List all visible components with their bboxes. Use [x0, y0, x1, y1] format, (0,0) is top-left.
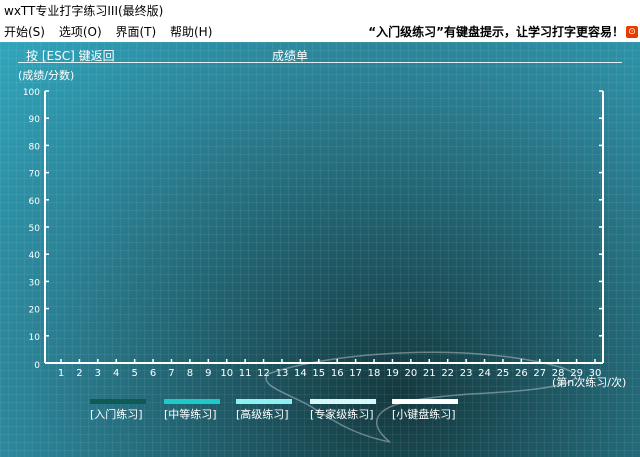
- legend-label: [高级练习]: [236, 408, 289, 421]
- legend-swatch: [392, 399, 458, 404]
- score-screen: 按 [ESC] 键返回 成绩单 0 10 20 30 40 50 60 70 80 90 100 1…: [0, 42, 640, 457]
- x-tick-label: 19: [386, 368, 399, 379]
- y-tick-label: 70: [29, 170, 41, 180]
- x-tick-label: 27: [533, 368, 546, 379]
- y-tick-label: 100: [23, 88, 40, 98]
- window-title: wxTT专业打字练习III(最终版): [0, 0, 640, 22]
- legend-swatch: [90, 399, 146, 404]
- y-tick-label: 90: [29, 115, 41, 125]
- x-tick-label: 11: [239, 368, 252, 379]
- x-tick-label: 13: [276, 368, 289, 379]
- x-tick-label: 6: [150, 368, 156, 379]
- x-tick-label: 24: [478, 368, 491, 379]
- y-tick-label: 10: [29, 333, 41, 343]
- menu-bar: 开始(S) 选项(O) 界面(T) 帮助(H) “入门级练习”有键盘提示，让学习…: [0, 22, 640, 42]
- y-tick-label: 50: [29, 224, 41, 234]
- y-tick-label: 60: [29, 197, 41, 207]
- y-axis-label: (成绩/分数): [18, 69, 74, 82]
- x-tick-label: 23: [460, 368, 473, 379]
- x-tick-label: 2: [76, 368, 82, 379]
- x-tick-label: 7: [168, 368, 174, 379]
- chart-axes: [44, 91, 604, 364]
- y-tick-label: 40: [29, 251, 41, 261]
- x-tick-label: 25: [497, 368, 510, 379]
- x-tick-label: 4: [113, 368, 119, 379]
- y-tick-label: 30: [29, 278, 41, 288]
- x-tick-label: 8: [187, 368, 193, 379]
- menu-interface[interactable]: 界面(T): [111, 22, 162, 42]
- tip-text: “入门级练习”有键盘提示，让学习打字更容易！: [368, 25, 624, 39]
- x-axis-label: (第n次练习/次): [552, 375, 626, 389]
- legend-swatch: [310, 399, 376, 404]
- legend-label: [入门练习]: [90, 408, 143, 421]
- x-tick-label: 15: [312, 368, 325, 379]
- x-tick-label: 1: [58, 368, 64, 379]
- menu-help[interactable]: 帮助(H): [166, 22, 218, 42]
- x-tick-label: 18: [368, 368, 381, 379]
- x-tick-label: 10: [220, 368, 233, 379]
- y-tick-label: 20: [29, 306, 41, 316]
- legend-swatch: [236, 399, 292, 404]
- x-tick-label: 21: [423, 368, 436, 379]
- y-tick-label: 0: [34, 361, 40, 371]
- close-icon[interactable]: ⊙: [626, 26, 638, 38]
- legend-label: [专家级练习]: [310, 408, 374, 421]
- y-tick-label: 80: [29, 142, 41, 152]
- x-tick-label: 12: [257, 368, 270, 379]
- x-tick-label: 9: [205, 368, 211, 379]
- legend-label: [中等练习]: [164, 408, 217, 421]
- x-tick-label: 20: [404, 368, 417, 379]
- x-tick-label: 22: [441, 368, 454, 379]
- x-tick-label: 17: [349, 368, 362, 379]
- menu-start[interactable]: 开始(S): [0, 22, 51, 42]
- x-tick-label: 3: [95, 368, 101, 379]
- decorative-swoosh: [265, 351, 577, 443]
- y-tick-group: 0 10 20 30 40 50 60 70 80 90 100: [23, 88, 603, 371]
- x-tick-label: 5: [131, 368, 137, 379]
- x-tick-label: 16: [331, 368, 344, 379]
- score-chart: 0102030405060708090100 1 2 3 4 5 6 7 8 9 10 11 12 13…: [18, 69, 626, 443]
- x-tick-label: 26: [515, 368, 528, 379]
- x-tick-label: 14: [294, 368, 307, 379]
- legend-swatch: [164, 399, 220, 404]
- legend-label: [小键盘练习]: [392, 408, 456, 421]
- menu-options[interactable]: 选项(O): [55, 22, 108, 42]
